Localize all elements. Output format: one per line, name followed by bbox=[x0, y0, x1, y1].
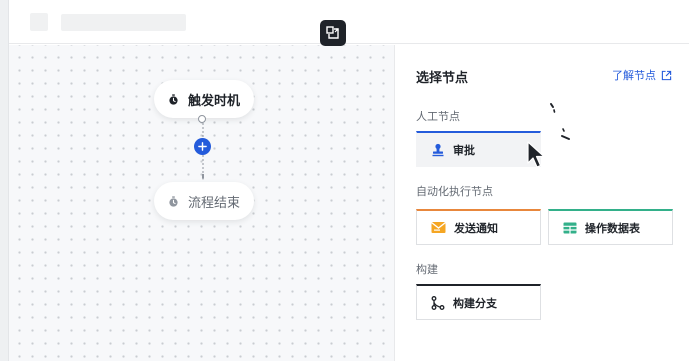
stopwatch-icon bbox=[169, 195, 178, 207]
table-icon bbox=[563, 222, 577, 233]
mail-notify-icon bbox=[431, 221, 446, 233]
collapse-expand-button[interactable] bbox=[320, 20, 346, 46]
external-link-icon bbox=[661, 70, 672, 80]
panel-title: 选择节点 bbox=[416, 71, 469, 86]
left-edge-strip bbox=[0, 0, 9, 361]
trigger-node[interactable]: 触发时机 bbox=[154, 80, 254, 118]
trigger-node-label: 触发时机 bbox=[187, 93, 240, 109]
connector-port[interactable] bbox=[198, 115, 206, 123]
node-picker-panel: 选择节点 了解节点 人工节点 审批 自动化执行节点 发送通知 操作数据表 构建 … bbox=[394, 45, 689, 361]
placeholder-title bbox=[61, 14, 186, 31]
learn-nodes-link-label: 了解节点 bbox=[612, 69, 656, 82]
top-bar bbox=[9, 0, 689, 44]
add-node-button[interactable] bbox=[194, 138, 211, 155]
collapse-expand-icon bbox=[326, 26, 339, 39]
learn-nodes-link[interactable]: 了解节点 bbox=[612, 67, 672, 83]
node-option-send-notification-label: 发送通知 bbox=[454, 221, 498, 235]
plus-icon bbox=[198, 142, 207, 151]
mouse-cursor-icon bbox=[527, 141, 545, 168]
node-option-approval-label: 审批 bbox=[453, 143, 475, 157]
section-title-manual: 人工节点 bbox=[416, 110, 460, 123]
node-option-operate-table-label: 操作数据表 bbox=[585, 221, 640, 235]
stopwatch-icon bbox=[169, 93, 178, 105]
node-option-send-notification[interactable]: 发送通知 bbox=[416, 209, 541, 245]
node-option-build-branch[interactable]: 构建分支 bbox=[416, 284, 541, 320]
section-title-build: 构建 bbox=[416, 263, 438, 276]
node-option-approval[interactable]: 审批 bbox=[416, 131, 541, 167]
node-option-build-branch-label: 构建分支 bbox=[453, 296, 497, 310]
section-title-automation: 自动化执行节点 bbox=[416, 185, 493, 198]
stamp-icon bbox=[432, 143, 444, 156]
flow-canvas[interactable]: 触发时机 流程结束 bbox=[9, 45, 394, 361]
loading-spinner-icon bbox=[550, 103, 570, 140]
node-option-operate-table[interactable]: 操作数据表 bbox=[548, 209, 673, 245]
placeholder-icon bbox=[30, 13, 48, 31]
end-node[interactable]: 流程结束 bbox=[154, 182, 254, 220]
end-node-label: 流程结束 bbox=[187, 195, 240, 211]
branch-icon bbox=[431, 295, 445, 310]
